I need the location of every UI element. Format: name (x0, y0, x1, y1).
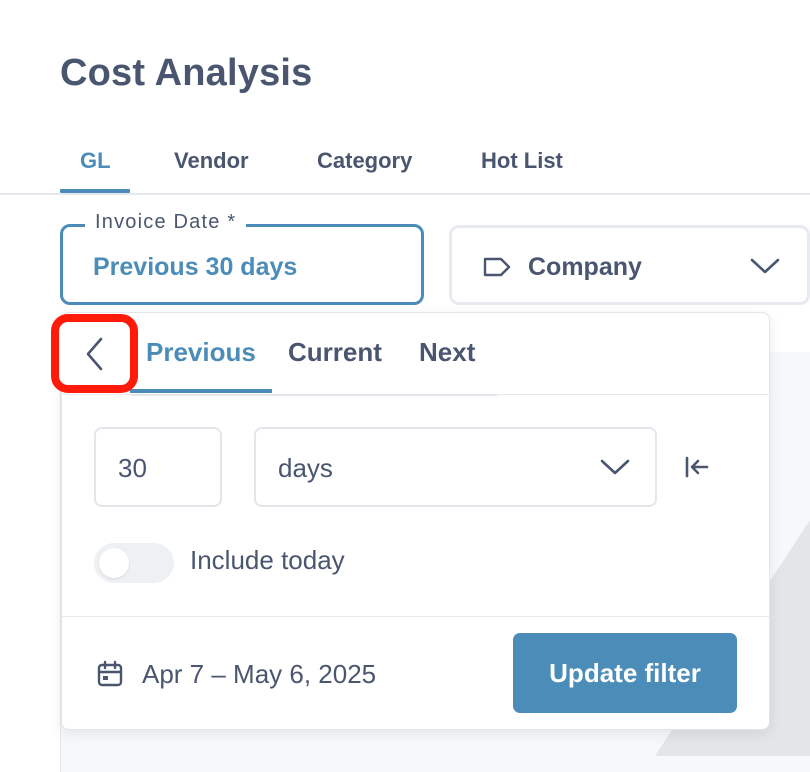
invoice-date-value: Previous 30 days (93, 253, 298, 281)
unit-value: days (278, 453, 333, 483)
unit-select[interactable]: days (254, 427, 657, 507)
analysis-tabs: GL Vendor Category Hot List (0, 140, 810, 195)
tab-current[interactable]: Current (288, 337, 382, 368)
date-range-text: Apr 7 – May 6, 2025 (142, 659, 377, 689)
active-tab-indicator (60, 189, 130, 193)
amount-input[interactable]: 30 (94, 427, 222, 507)
chevron-down-icon (750, 258, 780, 274)
invoice-date-filter[interactable]: Invoice Date * Previous 30 days (60, 211, 424, 305)
tab-vendor[interactable]: Vendor (174, 148, 249, 174)
update-filter-button[interactable]: Update filter (513, 633, 737, 713)
divider (62, 616, 769, 617)
tab-previous[interactable]: Previous (146, 337, 256, 368)
back-button[interactable] (51, 314, 138, 393)
page-title: Cost Analysis (60, 52, 313, 94)
amount-value: 30 (118, 453, 147, 483)
include-today-label: Include today (190, 545, 345, 575)
tab-hot-list[interactable]: Hot List (481, 148, 563, 174)
tag-icon (483, 257, 511, 277)
tab-next[interactable]: Next (419, 337, 475, 368)
active-period-indicator (130, 389, 272, 393)
calendar-icon (97, 660, 123, 687)
chevron-left-icon (86, 337, 103, 371)
period-tabs: Previous Current Next (130, 315, 497, 396)
chevron-down-icon (600, 459, 630, 475)
include-today-toggle[interactable] (94, 543, 174, 583)
company-label: Company (528, 253, 642, 281)
tab-category[interactable]: Category (317, 148, 412, 174)
toggle-knob (99, 548, 129, 578)
arrow-to-start-icon[interactable] (684, 455, 710, 479)
company-filter[interactable]: Company (449, 225, 810, 305)
invoice-date-label: Invoice Date * (85, 211, 247, 234)
tab-gl[interactable]: GL (80, 148, 111, 174)
